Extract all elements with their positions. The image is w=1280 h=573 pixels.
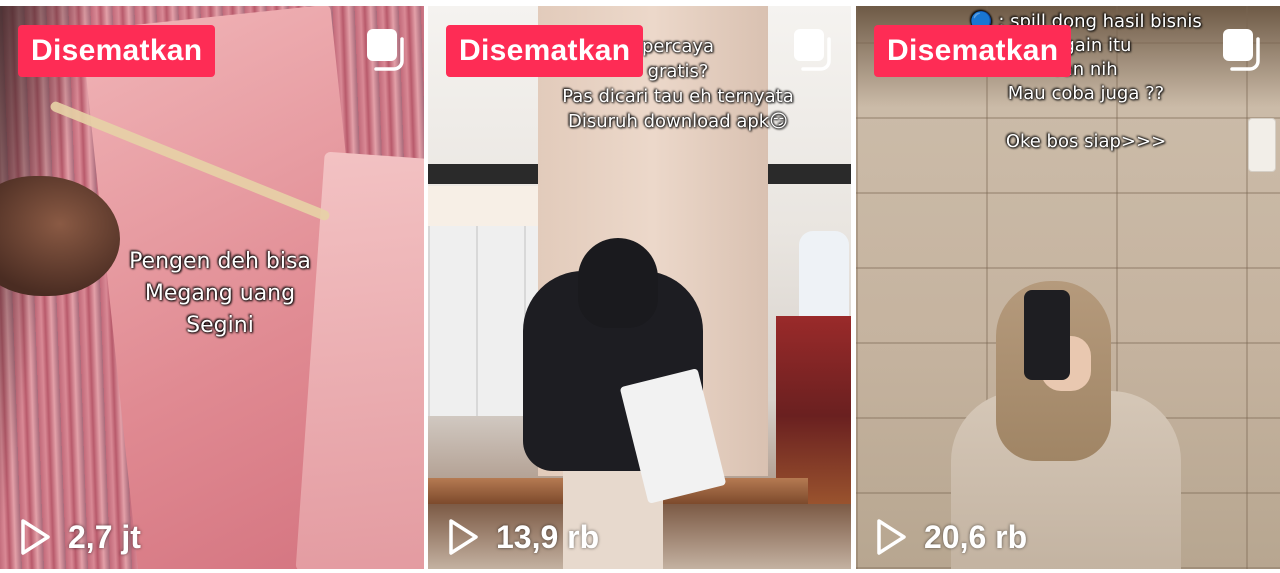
view-count: 13,9 rb <box>446 515 599 559</box>
video-tile[interactable]: percaya gratis? Pas dicari tau eh ternya… <box>428 6 851 569</box>
video-caption: Pengen deh bisa Megang uang Segini <box>129 249 311 338</box>
view-count: 2,7 jt <box>18 515 141 559</box>
pinned-badge: Disematkan <box>446 25 644 77</box>
video-grid: Pengen deh bisa Megang uang Segini Disem… <box>0 0 1280 573</box>
multi-photo-icon <box>367 29 404 71</box>
pinned-badge: Disematkan <box>874 25 1072 77</box>
phone <box>1024 290 1070 380</box>
play-icon <box>877 519 906 555</box>
person-head <box>578 238 658 328</box>
view-count-value: 20,6 rb <box>924 518 1028 555</box>
video-tile[interactable]: 🔵 : spill dong hasil bisnis nggain itu r… <box>856 6 1280 569</box>
pinned-badge: Disematkan <box>18 25 216 77</box>
view-count-value: 13,9 rb <box>496 518 600 555</box>
plastic-bag <box>799 231 849 321</box>
view-count: 20,6 rb <box>874 515 1027 559</box>
multi-photo-icon <box>794 29 831 71</box>
play-icon <box>21 519 50 555</box>
shop-sign <box>428 186 542 226</box>
view-count-value: 2,7 jt <box>68 518 141 555</box>
elevator-panel <box>1248 118 1276 172</box>
multi-photo-icon <box>1223 29 1260 71</box>
video-tile[interactable]: Pengen deh bisa Megang uang Segini Disem… <box>0 6 424 569</box>
play-icon <box>449 519 478 555</box>
